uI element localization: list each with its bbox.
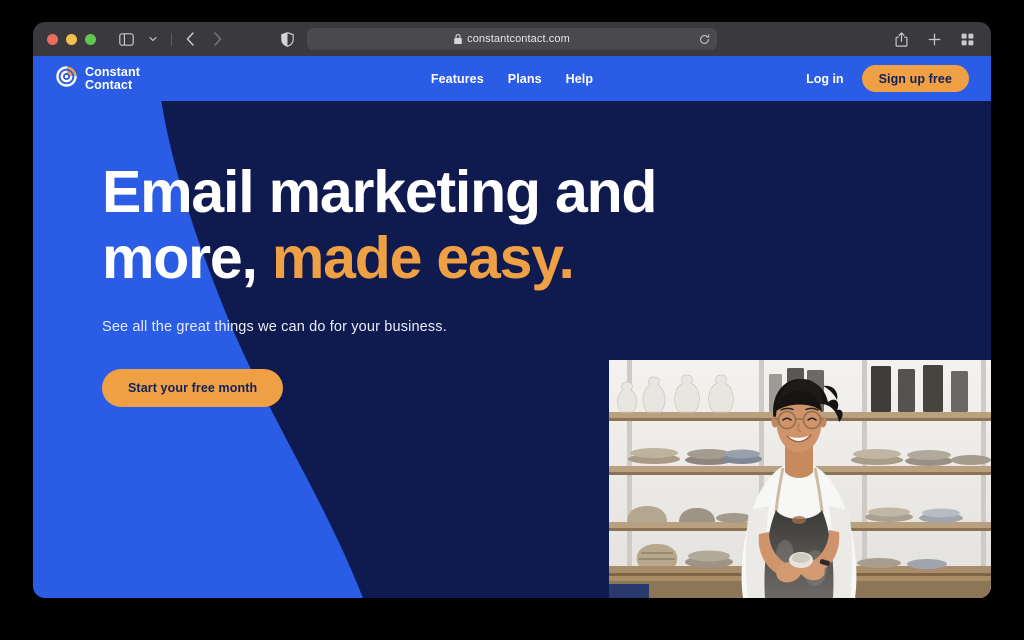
toolbar-divider — [171, 32, 172, 46]
sidebar-toggle-icon[interactable] — [114, 28, 138, 50]
site-logo[interactable]: Constant Contact — [55, 65, 140, 93]
signup-free-button[interactable]: Sign up free — [861, 65, 969, 92]
url-text: constantcontact.com — [467, 33, 570, 45]
login-link[interactable]: Log in — [806, 72, 844, 86]
maximize-window-button[interactable] — [85, 33, 96, 45]
lock-icon — [454, 34, 462, 44]
hero-heading: Email marketing and more, made easy. — [102, 159, 802, 291]
header-actions: Log in Sign up free — [806, 65, 969, 92]
hero-heading-line-1: Email marketing and — [102, 159, 657, 225]
window-traffic-lights — [47, 33, 96, 45]
hero-heading-line-2-accent: made easy. — [271, 225, 575, 291]
reload-icon[interactable] — [699, 33, 710, 45]
tab-overview-icon[interactable] — [955, 28, 979, 50]
back-icon[interactable] — [178, 28, 202, 50]
start-free-month-button[interactable]: Start your free month — [102, 369, 284, 407]
constant-contact-swirl-icon — [55, 65, 78, 93]
main-navigation: Features Plans Help — [431, 72, 593, 86]
address-bar-container: constantcontact.com — [280, 28, 717, 50]
privacy-shield-icon[interactable] — [278, 30, 296, 48]
nav-item-plans[interactable]: Plans — [508, 72, 542, 86]
nav-item-help[interactable]: Help — [566, 72, 594, 86]
logo-line-1: Constant — [85, 64, 140, 79]
new-tab-icon[interactable] — [922, 28, 946, 50]
webpage-viewport: Constant Contact Features Plans Help Log… — [33, 56, 991, 598]
hero-heading-line-2-plain: more, — [102, 225, 272, 291]
toolbar-nav-group — [114, 28, 229, 50]
logo-line-2: Contact — [85, 77, 133, 92]
minimize-window-button[interactable] — [66, 33, 77, 45]
hero-image — [609, 360, 991, 598]
site-header: Constant Contact Features Plans Help Log… — [33, 56, 991, 101]
toolbar-right-group — [889, 28, 979, 50]
close-window-button[interactable] — [47, 33, 58, 45]
forward-icon[interactable] — [205, 28, 229, 50]
hero-section: Email marketing and more, made easy. See… — [33, 101, 991, 598]
logo-wordmark: Constant Contact — [85, 64, 140, 92]
browser-window: constantcontact.com Constant Contact Fea… — [33, 22, 991, 598]
nav-item-features[interactable]: Features — [431, 72, 484, 86]
chevron-down-icon[interactable] — [141, 28, 165, 50]
address-bar[interactable]: constantcontact.com — [307, 28, 717, 50]
browser-toolbar: constantcontact.com — [33, 22, 991, 56]
hero-subheading: See all the great things we can do for y… — [102, 319, 447, 335]
share-icon[interactable] — [889, 28, 913, 50]
